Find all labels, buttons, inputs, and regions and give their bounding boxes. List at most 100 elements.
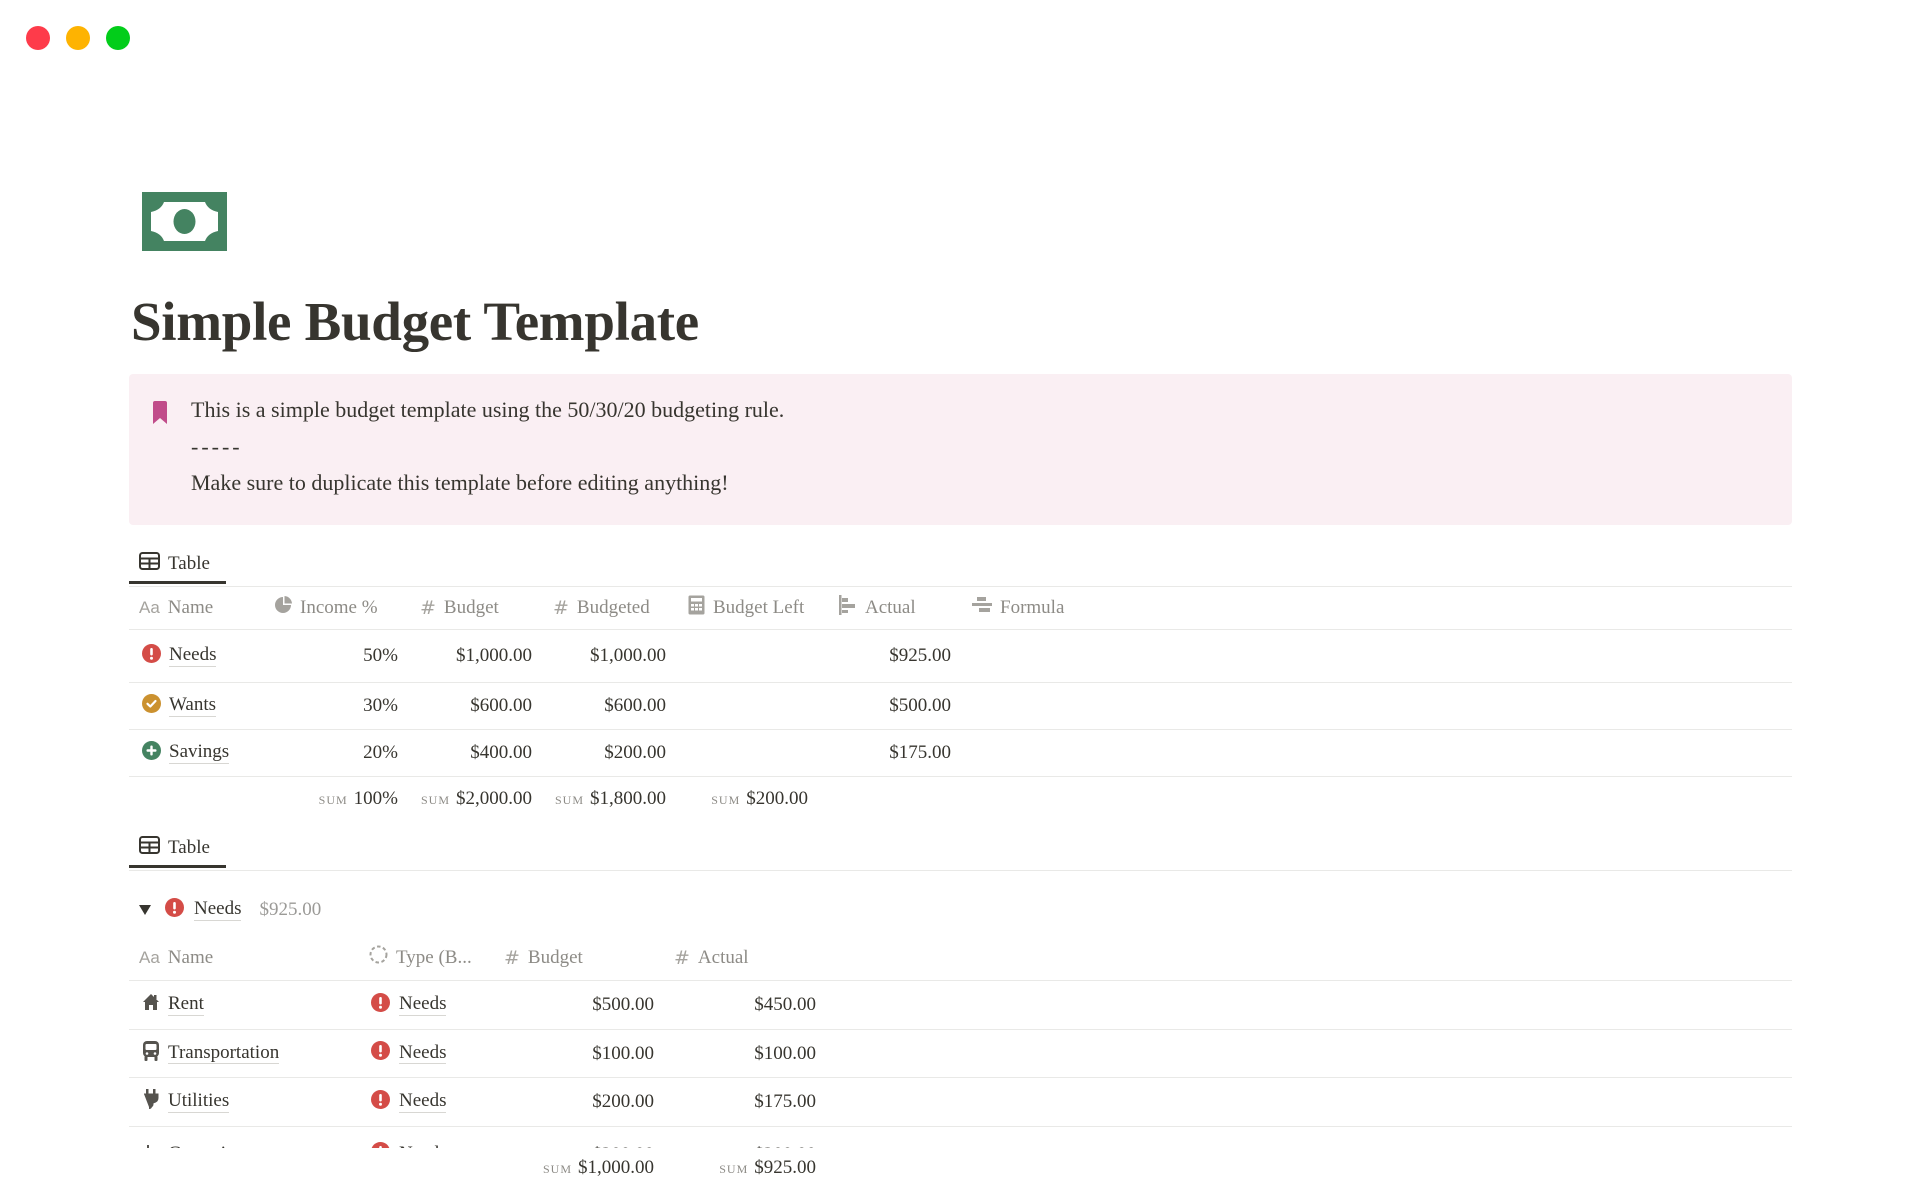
- formula-cell[interactable]: [967, 630, 1117, 682]
- table-row[interactable]: Savings 20% $400.00 $200.00 $175.00: [129, 730, 1792, 777]
- type-cell[interactable]: Needs: [371, 1130, 446, 1148]
- tab-table-view[interactable]: Table: [129, 544, 226, 584]
- scroll-clip: Groceries Needs $200.00 $200.00: [129, 1130, 1792, 1148]
- income-pct-cell[interactable]: 30%: [274, 683, 398, 729]
- type-cell[interactable]: Needs: [371, 981, 447, 1029]
- actual-cell[interactable]: $175.00: [833, 730, 951, 776]
- page-title: Simple Budget Template: [131, 291, 699, 352]
- income-pct-cell[interactable]: 50%: [274, 630, 398, 682]
- table-row[interactable]: Groceries Needs $200.00 $200.00: [129, 1130, 1792, 1148]
- column-header-budget-left[interactable]: Budget Left: [688, 587, 804, 629]
- number-hash-icon: #: [420, 597, 436, 619]
- table-row[interactable]: Transportation Needs $100.00 $100.00: [129, 1030, 1792, 1078]
- plus-circle-icon: [142, 740, 161, 766]
- tab-label: Table: [168, 837, 210, 858]
- bookmark-icon[interactable]: [152, 401, 168, 424]
- callout: This is a simple budget template using t…: [129, 374, 1792, 525]
- column-header-type[interactable]: Type (B...: [369, 935, 472, 980]
- number-hash-icon: #: [553, 597, 569, 619]
- actual-cell[interactable]: $500.00: [833, 683, 951, 729]
- plug-icon: [142, 1089, 160, 1115]
- bus-icon: [142, 1040, 160, 1067]
- window-close-button[interactable]: [26, 26, 50, 50]
- calculator-icon: [688, 595, 705, 621]
- sum-income-pct[interactable]: SUM 100%: [274, 777, 398, 821]
- actual-cell[interactable]: $925.00: [833, 630, 951, 682]
- number-hash-icon: #: [674, 946, 690, 969]
- house-icon: [142, 993, 160, 1017]
- type-cell[interactable]: Needs: [371, 1078, 447, 1126]
- sum-actual[interactable]: SUM $925.00: [664, 1148, 816, 1188]
- column-header-actual[interactable]: Actual: [839, 587, 916, 629]
- sum-budgeted[interactable]: SUM $1,800.00: [548, 777, 666, 821]
- rollup-pie-icon: [274, 596, 292, 620]
- row-name-link[interactable]: Transportation: [168, 1042, 280, 1065]
- exclamation-circle-icon: [371, 1089, 390, 1115]
- budget-cell[interactable]: $1,000.00: [414, 630, 532, 682]
- formula-cell[interactable]: [967, 730, 1117, 776]
- tab-table-view[interactable]: Table: [129, 828, 226, 868]
- row-name-link[interactable]: Utilities: [168, 1090, 230, 1113]
- row-name-link[interactable]: Savings: [169, 741, 230, 764]
- group-name-link[interactable]: Needs: [194, 898, 242, 921]
- table-row[interactable]: Rent Needs $500.00 $450.00: [129, 981, 1792, 1030]
- table-row[interactable]: Needs 50% $1,000.00 $1,000.00 $925.00: [129, 630, 1792, 683]
- column-header-budget[interactable]: # Budget: [420, 587, 499, 629]
- actual-cell[interactable]: $175.00: [664, 1078, 816, 1126]
- sum-budget[interactable]: SUM $1,000.00: [499, 1148, 654, 1188]
- group-total: $925.00: [259, 899, 322, 920]
- budgeted-cell[interactable]: $600.00: [548, 683, 666, 729]
- table-header: Aa Name Type (B... # Budget # Actual: [129, 935, 1792, 981]
- tab-label: Table: [168, 553, 210, 574]
- table-row[interactable]: Utilities Needs $200.00 $175.00: [129, 1078, 1792, 1127]
- column-header-actual[interactable]: # Actual: [674, 935, 749, 980]
- budget-cell[interactable]: $100.00: [499, 1030, 654, 1077]
- window-minimize-button[interactable]: [66, 26, 90, 50]
- table-footer-calculations: SUM $1,000.00 SUM $925.00: [129, 1148, 1792, 1188]
- actual-cell[interactable]: $450.00: [664, 981, 816, 1029]
- budget-cell[interactable]: $200.00: [499, 1078, 654, 1126]
- window-maximize-button[interactable]: [106, 26, 130, 50]
- table-row[interactable]: Wants 30% $600.00 $600.00 $500.00: [129, 683, 1792, 730]
- callout-text: Make sure to duplicate this template bef…: [191, 470, 729, 495]
- column-header-name[interactable]: Aa Name: [139, 587, 213, 629]
- exclamation-circle-icon: [142, 643, 161, 669]
- budget-cell[interactable]: $200.00: [499, 1130, 654, 1149]
- formula-cell[interactable]: [967, 683, 1117, 729]
- actual-cell[interactable]: $200.00: [664, 1130, 816, 1149]
- table-icon: [139, 836, 160, 860]
- column-header-name[interactable]: Aa Name: [139, 935, 213, 980]
- column-header-formula[interactable]: Formula: [972, 587, 1064, 629]
- budgeted-cell[interactable]: $200.00: [548, 730, 666, 776]
- budget-cell[interactable]: $400.00: [414, 730, 532, 776]
- type-cell[interactable]: Needs: [371, 1030, 447, 1077]
- income-pct-cell[interactable]: 20%: [274, 730, 398, 776]
- table-icon: [139, 552, 160, 576]
- sum-budget[interactable]: SUM $2,000.00: [414, 777, 532, 821]
- row-name-link[interactable]: Wants: [169, 694, 217, 717]
- dollar-banknote-icon[interactable]: [142, 192, 227, 251]
- callout-divider-text: -----: [191, 434, 243, 459]
- budget-left-cell[interactable]: [683, 630, 817, 682]
- number-hash-icon: #: [504, 946, 520, 969]
- status-dashed-circle-icon: [369, 945, 388, 970]
- table-header: Aa Name Income % # Budget # Budgeted Bud…: [129, 587, 1792, 630]
- row-name-link[interactable]: Rent: [168, 993, 204, 1016]
- sum-budget-left[interactable]: SUM $200.00: [683, 777, 808, 821]
- actual-cell[interactable]: $100.00: [664, 1030, 816, 1077]
- relation-bars-icon: [839, 595, 857, 621]
- budget-left-cell[interactable]: [683, 683, 817, 729]
- budgeted-cell[interactable]: $1,000.00: [548, 630, 666, 682]
- column-header-budget[interactable]: # Budget: [504, 935, 583, 980]
- budget-cell[interactable]: $600.00: [414, 683, 532, 729]
- budget-cell[interactable]: $500.00: [499, 981, 654, 1029]
- text-aa-icon: Aa: [139, 947, 160, 967]
- budget-left-cell[interactable]: [683, 730, 817, 776]
- text-aa-icon: Aa: [139, 598, 160, 617]
- column-header-budgeted[interactable]: # Budgeted: [553, 587, 650, 629]
- exclamation-circle-icon: [371, 992, 390, 1018]
- column-header-income-pct[interactable]: Income %: [274, 587, 378, 629]
- caret-down-icon[interactable]: [139, 899, 151, 921]
- row-name-link[interactable]: Needs: [169, 644, 217, 667]
- table-footer-calculations: SUM 100% SUM $2,000.00 SUM $1,800.00 SUM…: [129, 777, 1792, 821]
